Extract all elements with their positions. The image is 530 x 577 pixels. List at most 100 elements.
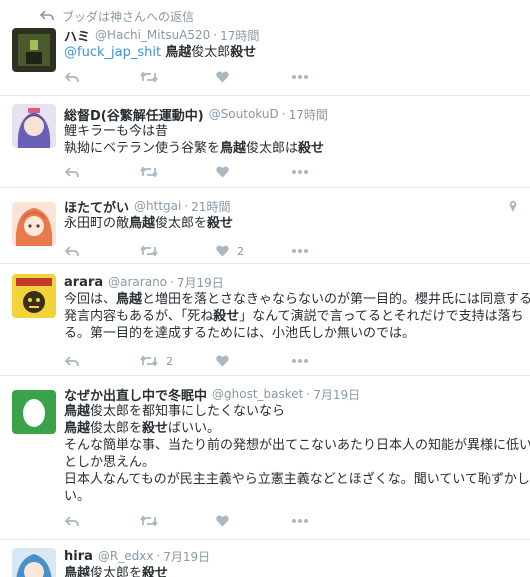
timestamp[interactable]: 17時間 (220, 27, 259, 44)
more-icon (292, 359, 308, 363)
tweet-actions: 2 (64, 242, 368, 260)
more-icon (292, 519, 308, 523)
display-name[interactable]: hira (64, 549, 93, 564)
location-pin-icon (509, 200, 517, 212)
retweet-button[interactable]: 2 (140, 355, 216, 368)
reply-button[interactable] (64, 166, 140, 179)
retweet-button[interactable] (140, 245, 216, 257)
more-button[interactable] (292, 75, 368, 79)
tweet-actions (64, 512, 368, 530)
avatar[interactable] (12, 28, 56, 72)
like-button[interactable]: 2 (216, 245, 292, 258)
timeline: ブッダは神さんへの返信 ハミ @Hachi_MitsuA520 · 17時間 @… (0, 0, 530, 577)
reply-button[interactable] (64, 245, 140, 258)
retweet-icon (140, 245, 158, 257)
more-icon (292, 170, 308, 174)
reply-arrow-icon (40, 10, 54, 21)
reply-context-text: ブッダは神さんへの返信 (62, 9, 195, 24)
tweet-text: 今回は、鳥越と増田を落とさなきゃならないのが第一目的。櫻井氏には同意する 発言内… (64, 292, 530, 341)
tweet[interactable]: 総督D(谷繁解任運動中) @SoutokuD · 17時間 鯉キラーも今は昔 執… (0, 95, 530, 187)
tweet-content: ハミ @Hachi_MitsuA520 · 17時間 @fuck_jap_shi… (64, 26, 518, 61)
screen-name[interactable]: @httgai (134, 199, 181, 213)
heart-icon (216, 515, 229, 527)
tweet[interactable]: hira @R_edxx · 7月19日 鳥越俊太郎を殺せ (0, 539, 530, 577)
more-button[interactable] (292, 249, 368, 253)
heart-icon (216, 355, 229, 367)
retweet-icon (140, 355, 158, 367)
tweet-actions (64, 68, 368, 86)
reply-icon (64, 166, 79, 177)
tweet-content: hira @R_edxx · 7月19日 鳥越俊太郎を殺せ (64, 547, 518, 577)
screen-name[interactable]: @ghost_basket (212, 387, 303, 401)
retweet-icon (140, 71, 158, 83)
like-button[interactable] (216, 515, 292, 527)
timestamp[interactable]: 7月19日 (177, 274, 224, 291)
tweet-text: 鳥越俊太郎を殺せ (64, 566, 169, 577)
separator-dot: · (170, 275, 174, 289)
screen-name[interactable]: @ararano (108, 275, 167, 289)
display-name[interactable]: arara (64, 275, 103, 290)
like-count: 2 (237, 244, 244, 258)
separator-dot: · (213, 28, 218, 42)
tweet-content: arara @ararano · 7月19日 今回は、鳥越と増田を落とさなきゃな… (64, 273, 530, 342)
retweet-count: 2 (166, 354, 173, 368)
reply-button[interactable] (64, 515, 140, 528)
separator-dot: · (306, 387, 311, 401)
reply-button[interactable] (64, 71, 140, 84)
retweet-icon (140, 515, 158, 527)
like-button[interactable] (216, 166, 292, 178)
tweet[interactable]: ほたてがい @httgai · 21時間 永田町の敵鳥越俊太郎を殺せ 2 (0, 187, 530, 263)
tweet[interactable]: なぜか出直し中で冬眠中 @ghost_basket · 7月19日 鳥越俊太郎を… (0, 375, 530, 539)
reply-icon (64, 515, 79, 526)
retweet-button[interactable] (140, 515, 216, 527)
tweet-actions (64, 163, 368, 181)
tweet[interactable]: ハミ @Hachi_MitsuA520 · 17時間 @fuck_jap_shi… (0, 23, 530, 95)
tweet-actions: 2 (64, 352, 368, 370)
avatar[interactable] (12, 390, 56, 434)
tweet-text: @fuck_jap_shit 鳥越俊太郎殺せ (64, 45, 257, 60)
tweet-text: 鳥越俊太郎を都知事にしたくないなら 鳥越俊太郎を殺せばいい。 そんな簡単な事、当… (64, 404, 530, 504)
timestamp[interactable]: 7月19日 (313, 386, 360, 403)
tweet-text: 永田町の敵鳥越俊太郎を殺せ (64, 216, 234, 231)
more-button[interactable] (292, 519, 368, 523)
tweet-content: ほたてがい @httgai · 21時間 永田町の敵鳥越俊太郎を殺せ (64, 197, 518, 232)
more-icon (292, 75, 308, 79)
more-button[interactable] (292, 359, 368, 363)
avatar[interactable] (12, 548, 56, 577)
display-name[interactable]: ハミ (64, 26, 90, 45)
more-button[interactable] (292, 170, 368, 174)
mention-link[interactable]: @fuck_jap_shit (64, 45, 165, 60)
retweet-button[interactable] (140, 71, 216, 83)
like-button[interactable] (216, 71, 292, 83)
tweet-text: 鯉キラーも今は昔 執拗にベテラン使う谷繁を鳥越俊太郎は殺せ (64, 124, 325, 156)
avatar[interactable] (12, 274, 56, 318)
more-icon (292, 249, 308, 253)
heart-icon (216, 71, 229, 83)
tweet-content: なぜか出直し中で冬眠中 @ghost_basket · 7月19日 鳥越俊太郎を… (64, 385, 530, 505)
display-name[interactable]: なぜか出直し中で冬眠中 (64, 385, 207, 404)
reply-icon (64, 71, 79, 82)
display-name[interactable]: 総督D(谷繁解任運動中) (64, 105, 204, 124)
tweet-content: 総督D(谷繁解任運動中) @SoutokuD · 17時間 鯉キラーも今は昔 執… (64, 105, 518, 157)
like-button[interactable] (216, 355, 292, 367)
screen-name[interactable]: @SoutokuD (209, 107, 279, 121)
separator-dot: · (281, 107, 286, 121)
timestamp[interactable]: 7月19日 (163, 548, 210, 565)
timestamp[interactable]: 17時間 (289, 106, 328, 123)
screen-name[interactable]: @R_edxx (98, 549, 154, 563)
tweet[interactable]: arara @ararano · 7月19日 今回は、鳥越と増田を落とさなきゃな… (0, 263, 530, 375)
timestamp[interactable]: 21時間 (191, 198, 230, 215)
reply-icon (64, 245, 79, 256)
screen-name[interactable]: @Hachi_MitsuA520 (95, 28, 210, 42)
avatar[interactable] (12, 104, 56, 148)
heart-icon (216, 166, 229, 178)
heart-icon (216, 245, 229, 257)
reply-icon (64, 355, 79, 366)
separator-dot: · (184, 199, 189, 213)
reply-button[interactable] (64, 355, 140, 368)
retweet-button[interactable] (140, 166, 216, 178)
display-name[interactable]: ほたてがい (64, 197, 129, 216)
retweet-icon (140, 166, 158, 178)
avatar[interactable] (12, 202, 56, 246)
separator-dot: · (156, 549, 161, 563)
